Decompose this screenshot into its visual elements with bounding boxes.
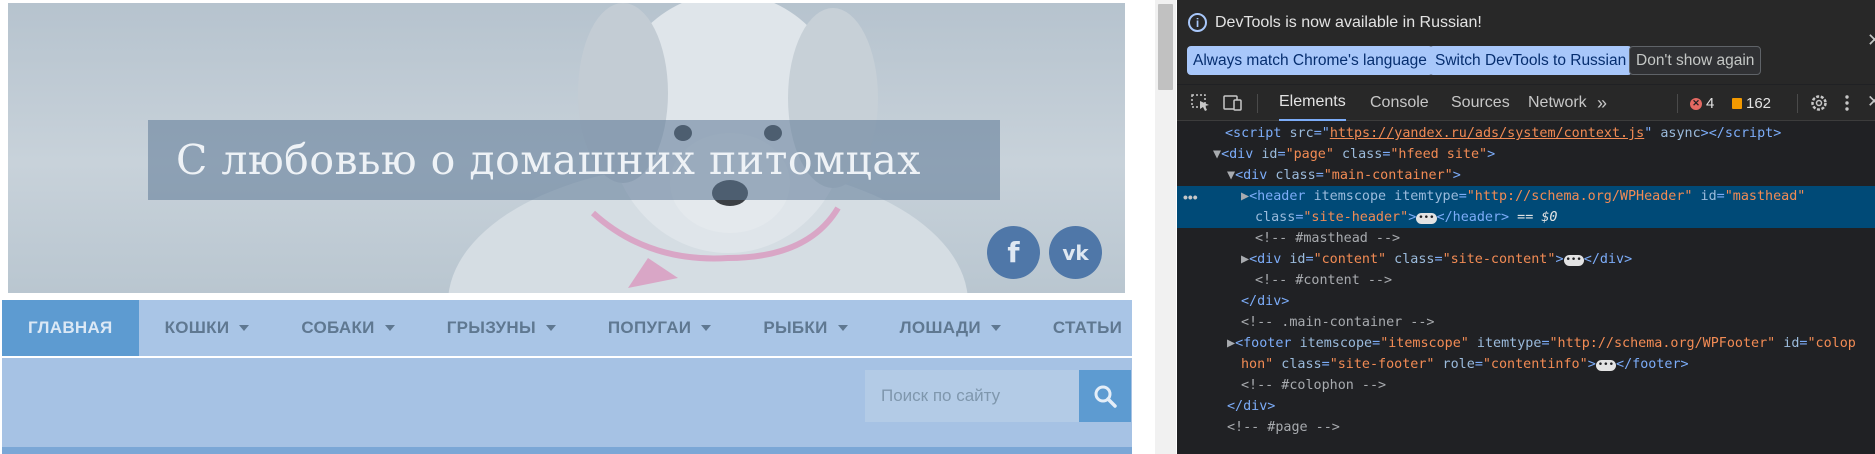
info-icon: i bbox=[1188, 13, 1207, 32]
dom-line[interactable]: <!-- #page --> bbox=[1177, 417, 1875, 438]
tab-network[interactable]: Network bbox=[1528, 85, 1587, 121]
device-toolbar-icon[interactable] bbox=[1223, 94, 1243, 112]
dont-show-again-button[interactable]: Don't show again bbox=[1629, 46, 1762, 75]
dropdown-caret-icon bbox=[990, 325, 1001, 331]
settings-gear-icon[interactable] bbox=[1809, 94, 1829, 112]
toolbar-divider bbox=[1677, 94, 1678, 113]
dom-line[interactable]: <!-- #content --> bbox=[1177, 270, 1875, 291]
search-input[interactable] bbox=[865, 370, 1079, 422]
nav-item-label: КОШКИ bbox=[164, 318, 230, 337]
selected-node-menu-icon[interactable]: ••• bbox=[1183, 189, 1198, 205]
error-counter[interactable]: ✕ 4 bbox=[1690, 95, 1714, 112]
error-count: 4 bbox=[1706, 95, 1715, 112]
facebook-icon[interactable]: f bbox=[987, 226, 1040, 279]
close-devtools-icon[interactable]: ✕ bbox=[1867, 92, 1875, 112]
more-tabs-icon[interactable]: » bbox=[1597, 85, 1607, 121]
elements-dom-tree: <script src="https://yandex.ru/ads/syste… bbox=[1177, 123, 1875, 454]
dropdown-caret-icon bbox=[701, 325, 712, 331]
dom-line[interactable]: <!-- #colophon --> bbox=[1177, 375, 1875, 396]
collapsed-ellipsis-icon[interactable]: ••• bbox=[1595, 360, 1617, 371]
nav-item[interactable]: ЛОШАДИ bbox=[874, 300, 1027, 356]
dom-line-selected[interactable]: ▶<header itemscope itemtype="http://sche… bbox=[1177, 186, 1875, 207]
more-options-icon[interactable] bbox=[1837, 94, 1857, 112]
dom-line[interactable]: hon" class="site-footer" role="contentin… bbox=[1177, 354, 1875, 375]
toolbar-divider bbox=[1797, 94, 1798, 113]
collapsed-ellipsis-icon[interactable]: ••• bbox=[1563, 255, 1584, 266]
vk-icon[interactable]: vk bbox=[1049, 226, 1102, 279]
dropdown-caret-icon bbox=[239, 325, 250, 331]
nav-item-label: РЫБКИ bbox=[763, 318, 828, 337]
nav-item-label: ПОПУГАИ bbox=[607, 318, 692, 337]
search-icon bbox=[1094, 385, 1117, 408]
nav-item[interactable]: ГЛАВНАЯ bbox=[2, 300, 139, 356]
switch-to-russian-button[interactable]: Switch DevTools to Russian bbox=[1429, 46, 1633, 75]
nav-item-label: ГРЫЗУНЫ bbox=[446, 318, 536, 337]
dom-line[interactable]: </div> bbox=[1177, 291, 1875, 312]
dom-line[interactable]: ▶<footer itemscope="itemscope" itemtype=… bbox=[1177, 333, 1875, 354]
close-icon[interactable]: ✕ bbox=[1867, 30, 1875, 51]
highlight-border bbox=[2, 447, 1132, 454]
site-title-box: С любовью о домашних питомцах bbox=[148, 120, 1000, 200]
nav-item-label: СОБАКИ bbox=[301, 318, 375, 337]
nav-item[interactable]: ПОПУГАИ bbox=[582, 300, 737, 356]
dom-line[interactable]: </div> bbox=[1177, 396, 1875, 417]
inspect-element-icon[interactable] bbox=[1191, 94, 1211, 112]
devtools-toolbar: Elements Console Sources Network » ✕ 4 1… bbox=[1177, 85, 1875, 121]
language-infobar: i DevTools is now available in Russian! … bbox=[1177, 0, 1875, 84]
nav-item-label: СТАТЬИ bbox=[1052, 318, 1123, 337]
nav-item-label: ЛОШАДИ bbox=[899, 318, 981, 337]
dropdown-caret-icon bbox=[837, 325, 848, 331]
main-menu: ГЛАВНАЯ КОШКИ СОБАКИ ГРЫЗУНЫ ПОПУГАИ РЫБКИ ЛОШ… bbox=[2, 300, 1132, 356]
dom-line[interactable]: ▶<div id="content" class="site-content">… bbox=[1177, 249, 1875, 270]
page-viewport: С любовью о домашних питомцах f vk ГЛАВН… bbox=[0, 0, 1133, 454]
site-title[interactable]: С любовью о домашних питомцах bbox=[176, 136, 921, 184]
always-match-language-button[interactable]: Always match Chrome's language bbox=[1187, 46, 1433, 75]
nav-item[interactable]: СТАТЬИ bbox=[1027, 300, 1133, 356]
search-button[interactable] bbox=[1079, 370, 1131, 422]
nav-item[interactable]: СОБАКИ bbox=[275, 300, 420, 356]
nav-item[interactable]: РЫБКИ bbox=[737, 300, 873, 356]
nav-item[interactable]: КОШКИ bbox=[139, 300, 276, 356]
devtools-panel: i DevTools is now available in Russian! … bbox=[1177, 0, 1875, 454]
warning-count: 162 bbox=[1746, 95, 1772, 112]
header-hero: С любовью о домашних питомцах f vk bbox=[8, 3, 1125, 293]
dom-line-selected[interactable]: class="site-header"> ••• </header> == $0 bbox=[1177, 207, 1875, 228]
nav-item-label: ГЛАВНАЯ bbox=[28, 318, 113, 337]
error-icon: ✕ bbox=[1690, 97, 1702, 110]
dom-line[interactable]: <script src="https://yandex.ru/ads/syste… bbox=[1177, 123, 1875, 144]
infobar-message: DevTools is now available in Russian! bbox=[1215, 14, 1482, 31]
dropdown-caret-icon bbox=[384, 325, 395, 331]
page-scrollbar-thumb[interactable] bbox=[1158, 4, 1173, 90]
tab-elements[interactable]: Elements bbox=[1279, 85, 1346, 121]
warning-icon bbox=[1732, 98, 1742, 109]
dom-line[interactable]: ▼<div class="main-container"> bbox=[1177, 165, 1875, 186]
dom-line[interactable]: <!-- .main-container --> bbox=[1177, 312, 1875, 333]
tab-sources[interactable]: Sources bbox=[1451, 85, 1510, 121]
toolbar-divider bbox=[1257, 94, 1258, 113]
dom-line[interactable]: ▼<div id="page" class="hfeed site"> bbox=[1177, 144, 1875, 165]
tab-console[interactable]: Console bbox=[1370, 85, 1429, 121]
nav-item[interactable]: ГРЫЗУНЫ bbox=[421, 300, 582, 356]
dropdown-caret-icon bbox=[545, 325, 556, 331]
warning-counter[interactable]: 162 bbox=[1732, 95, 1771, 112]
dom-line[interactable]: <!-- #masthead --> bbox=[1177, 228, 1875, 249]
collapsed-ellipsis-icon[interactable]: ••• bbox=[1416, 213, 1437, 224]
